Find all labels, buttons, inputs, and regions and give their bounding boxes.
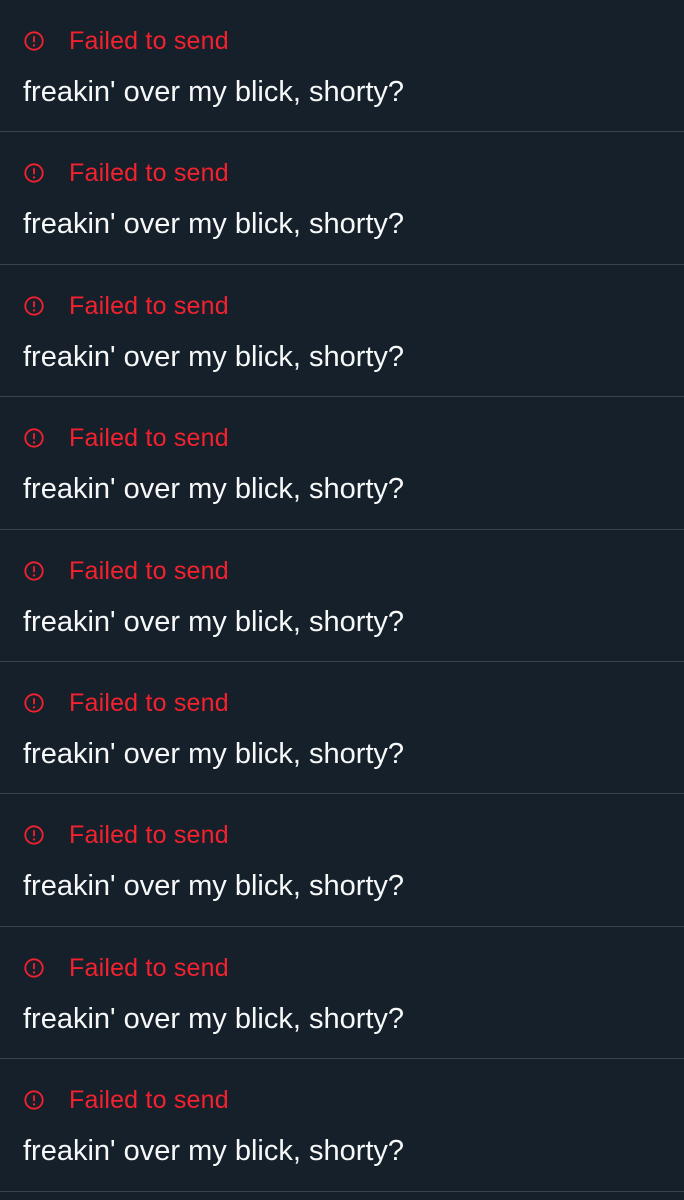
alert-circle-icon[interactable]	[23, 560, 45, 582]
failed-status-label[interactable]: Failed to send	[69, 291, 229, 321]
message-text: freakin' over my blick, shorty?	[23, 76, 405, 108]
message-item[interactable]: Failed to send freakin' over my blick, s…	[0, 132, 684, 265]
message-text: freakin' over my blick, shorty?	[23, 737, 405, 770]
failed-status-label[interactable]: Failed to send	[69, 158, 229, 188]
message-item[interactable]: Failed to send freakin' over my blick, s…	[0, 662, 684, 795]
message-text: freakin' over my blick, shorty?	[23, 340, 405, 373]
alert-circle-icon[interactable]	[23, 824, 45, 846]
failed-status-label[interactable]: Failed to send	[69, 1085, 229, 1115]
message-item[interactable]: Failed to send freakin' over my blick, s…	[0, 397, 684, 530]
send-status: Failed to send	[23, 953, 229, 983]
failed-status-label[interactable]: Failed to send	[69, 953, 229, 983]
message-text: freakin' over my blick, shorty?	[23, 473, 405, 506]
failed-status-label[interactable]: Failed to send	[69, 423, 229, 453]
send-status: Failed to send	[23, 688, 229, 718]
message-text: freakin' over my blick, shorty?	[23, 1135, 405, 1168]
alert-circle-icon[interactable]	[23, 427, 45, 449]
failed-status-label[interactable]: Failed to send	[69, 820, 229, 850]
alert-circle-icon[interactable]	[23, 692, 45, 714]
send-status: Failed to send	[23, 26, 229, 56]
message-text: freakin' over my blick, shorty?	[23, 1002, 405, 1035]
send-status: Failed to send	[23, 1085, 229, 1115]
message-text: freakin' over my blick, shorty?	[23, 208, 405, 241]
failed-messages-list: Failed to send freakin' over my blick, s…	[0, 0, 684, 1200]
send-status: Failed to send	[23, 556, 229, 586]
alert-circle-icon[interactable]	[23, 295, 45, 317]
alert-circle-icon[interactable]	[23, 162, 45, 184]
message-item[interactable]: Failed to send freakin' over my blick, s…	[0, 794, 684, 927]
send-status: Failed to send	[23, 820, 229, 850]
message-item[interactable]: Failed to send freakin' over my blick, s…	[0, 1059, 684, 1192]
alert-circle-icon[interactable]	[23, 1089, 45, 1111]
message-item[interactable]: Failed to send freakin' over my blick, s…	[0, 0, 684, 133]
failed-status-label[interactable]: Failed to send	[69, 26, 229, 56]
send-status: Failed to send	[23, 291, 229, 321]
failed-status-label[interactable]: Failed to send	[69, 688, 229, 718]
failed-status-label[interactable]: Failed to send	[69, 556, 229, 586]
message-item[interactable]: Failed to send freakin' over my blick, s…	[0, 927, 684, 1060]
send-status: Failed to send	[23, 423, 229, 453]
message-text: freakin' over my blick, shorty?	[23, 870, 405, 903]
message-item[interactable]: Failed to send freakin' over my blick, s…	[0, 530, 684, 662]
message-item[interactable]: Failed to send freakin' over my blick, s…	[0, 265, 684, 398]
send-status: Failed to send	[23, 158, 229, 188]
alert-circle-icon[interactable]	[23, 30, 45, 52]
alert-circle-icon[interactable]	[23, 957, 45, 979]
message-text: freakin' over my blick, shorty?	[23, 605, 405, 638]
